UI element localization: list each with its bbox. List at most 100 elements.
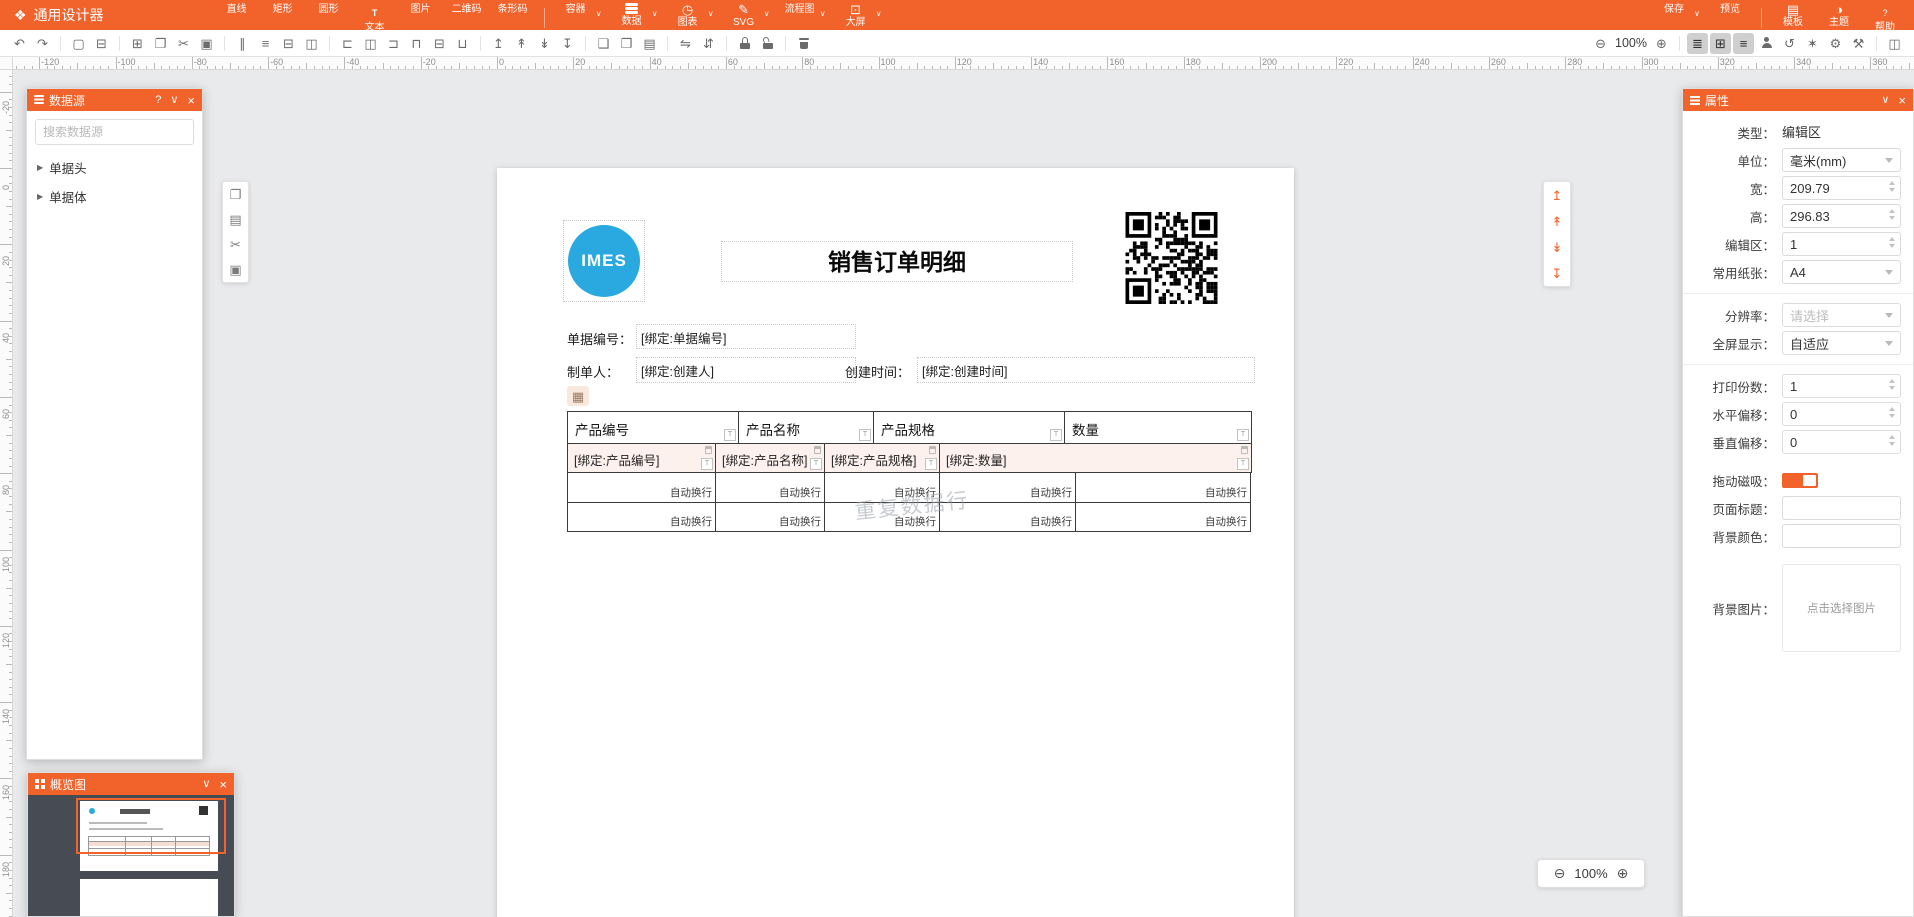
align-top-button[interactable]: ⊓ [406,33,427,54]
report-logo[interactable]: IMES [563,220,645,302]
tree-item-doc-body[interactable]: ▶单据体 [27,182,202,211]
bound-cell[interactable]: [绑定:产品名称]T [715,443,825,473]
logo-image[interactable]: IMES [568,225,640,297]
new-page-button[interactable]: ▢ [68,33,89,54]
maker-label[interactable]: 制单人： [567,362,619,381]
delete-button[interactable] [793,33,814,54]
drag-snap-toggle[interactable] [1782,473,1818,488]
zoom-out-button[interactable]: ⊖ [1590,33,1611,54]
align-left-button[interactable]: ⊏ [337,33,358,54]
table-settings-button[interactable]: ▦ [567,386,589,406]
ungroup-button[interactable]: ❒ [616,33,637,54]
autowrap-cell[interactable]: 自动换行 [1075,502,1251,532]
distribute-horizontal-button[interactable]: ∥ [232,33,253,54]
paste-button[interactable]: ▣ [196,33,217,54]
chevron-down-icon[interactable]: ∨ [876,9,882,18]
autowrap-cell[interactable]: 自动换行 [824,502,940,532]
created-time-field[interactable]: [绑定:创建时间] [917,357,1255,383]
height-stepper[interactable]: 296.83 [1782,204,1901,228]
bg-image-picker[interactable]: 点击选择图片 [1782,564,1901,652]
properties-collapse-button[interactable]: ∨ [1881,95,1889,106]
lock-button[interactable] [734,33,755,54]
tool-chart[interactable]: ◷图表∨ [665,0,711,30]
doc-no-field[interactable]: [绑定:单据编号] [636,324,856,349]
maker-field[interactable]: [绑定:创建人] [636,357,856,383]
component-list-button[interactable]: ▤ [223,207,248,232]
panel-layout-button[interactable]: ◫ [1884,33,1905,54]
zoom-in-button[interactable]: ⊕ [1651,33,1672,54]
delete-icon[interactable] [814,446,821,454]
stepper-arrows-icon[interactable] [1889,407,1895,418]
unlock-button[interactable] [757,33,778,54]
paper-size-select[interactable]: A4 [1782,260,1901,284]
delete-icon[interactable] [929,446,936,454]
tool-preview[interactable]: 预览 [1707,0,1753,30]
tool-qrcode[interactable]: 二维码 [444,0,490,30]
flip-vertical-button[interactable]: ⇵ [698,33,719,54]
autowrap-cell[interactable]: 自动换行 [715,472,825,503]
resolution-select[interactable]: 请选择 [1782,303,1901,327]
qr-code[interactable] [1124,212,1219,304]
properties-close-button[interactable]: × [1898,95,1906,106]
chevron-down-icon[interactable]: ∨ [708,9,714,18]
tool-bigscreen[interactable]: ⊡大屏∨ [833,0,879,30]
tool-container[interactable]: 容器∨ [553,0,599,30]
delete-icon[interactable] [1241,446,1248,454]
header-cell[interactable]: 产品名称T [738,411,874,444]
detail-table[interactable]: 产品编号T产品名称T产品规格T数量T[绑定:产品编号]T[绑定:产品名称]T[绑… [567,411,1257,532]
report-page[interactable]: IMES 销售订单明细 单据编号： [绑定:单据编号] 制单人： [绑定:创建人… [497,168,1294,917]
autowrap-cell[interactable]: 自动换行 [567,472,716,503]
overview-panel-header[interactable]: 概览图 ∨ × [28,773,234,795]
header-cell[interactable]: 产品编号T [567,411,739,444]
tool-rect[interactable]: 矩形 [260,0,306,30]
grid-view-button[interactable]: ⊞ [1710,33,1731,54]
overview-collapse-button[interactable]: ∨ [202,779,210,790]
chevron-down-icon[interactable]: ∨ [820,9,826,18]
bound-cell[interactable]: [绑定:产品编号]T [567,443,716,473]
chevron-right-icon[interactable]: ▶ [37,192,43,201]
bound-cell[interactable]: [绑定:产品规格]T [824,443,940,473]
to-top-button[interactable]: ↥ [1544,182,1570,208]
properties-panel-header[interactable]: 属性 ∨ × [1683,89,1913,111]
stepper-arrows-icon[interactable] [1889,435,1895,446]
bring-to-front-button[interactable]: ↥ [488,33,509,54]
to-bottom-button[interactable]: ↧ [1544,260,1570,286]
design-canvas[interactable]: IMES 销售订单明细 单据编号： [绑定:单据编号] 制单人： [绑定:创建人… [13,70,1914,917]
tool-barcode[interactable]: 条形码 [490,0,536,30]
chevron-down-icon[interactable] [1885,313,1893,318]
unit-select[interactable]: 毫米(mm) [1782,148,1901,172]
overview-page-2[interactable] [80,879,218,916]
created-time-label[interactable]: 创建时间： [845,362,910,381]
stepper-arrows-icon[interactable] [1889,237,1895,248]
chevron-down-icon[interactable] [1885,341,1893,346]
bring-forward-button[interactable]: ↟ [511,33,532,54]
group-button[interactable]: ❑ [593,33,614,54]
align-center-button[interactable]: ◫ [360,33,381,54]
canvas-zoom-out-button[interactable]: ⊖ [1554,865,1566,882]
cut-button[interactable]: ✂ [223,232,248,257]
offset-horizontal-stepper[interactable]: 0 [1782,402,1901,426]
clone-button[interactable]: ⊞ [127,33,148,54]
fullscreen-display-select[interactable]: 自适应 [1782,331,1901,355]
bg-color-input[interactable] [1782,524,1901,548]
tool-flowchart[interactable]: 流程图∨ [777,0,823,30]
copy-button[interactable]: ❐ [150,33,171,54]
datasource-panel-header[interactable]: 数据源 ? ∨ × [27,89,202,111]
autowrap-cell[interactable]: 自动换行 [715,502,825,532]
page-title-input[interactable] [1782,496,1901,520]
overview-close-button[interactable]: × [219,779,227,790]
layers-view-button[interactable]: ≣ [1687,33,1708,54]
chevron-down-icon[interactable] [1885,270,1893,275]
run-config-button[interactable]: ⚙ [1825,33,1846,54]
overview-map[interactable] [28,795,234,916]
autowrap-cell[interactable]: 自动换行 [939,472,1076,503]
chevron-down-icon[interactable]: ∨ [1694,9,1700,18]
tool-theme[interactable]: ◑主题 [1816,0,1862,30]
history-button[interactable]: ↺ [1779,33,1800,54]
stepper-arrows-icon[interactable] [1889,379,1895,390]
autowrap-cell[interactable]: 自动换行 [567,502,716,532]
move-down-button[interactable]: ↡ [1544,234,1570,260]
tool-image[interactable]: 图片 [398,0,444,30]
offset-vertical-stepper[interactable]: 0 [1782,430,1901,454]
align-right-button[interactable]: ⊐ [383,33,404,54]
